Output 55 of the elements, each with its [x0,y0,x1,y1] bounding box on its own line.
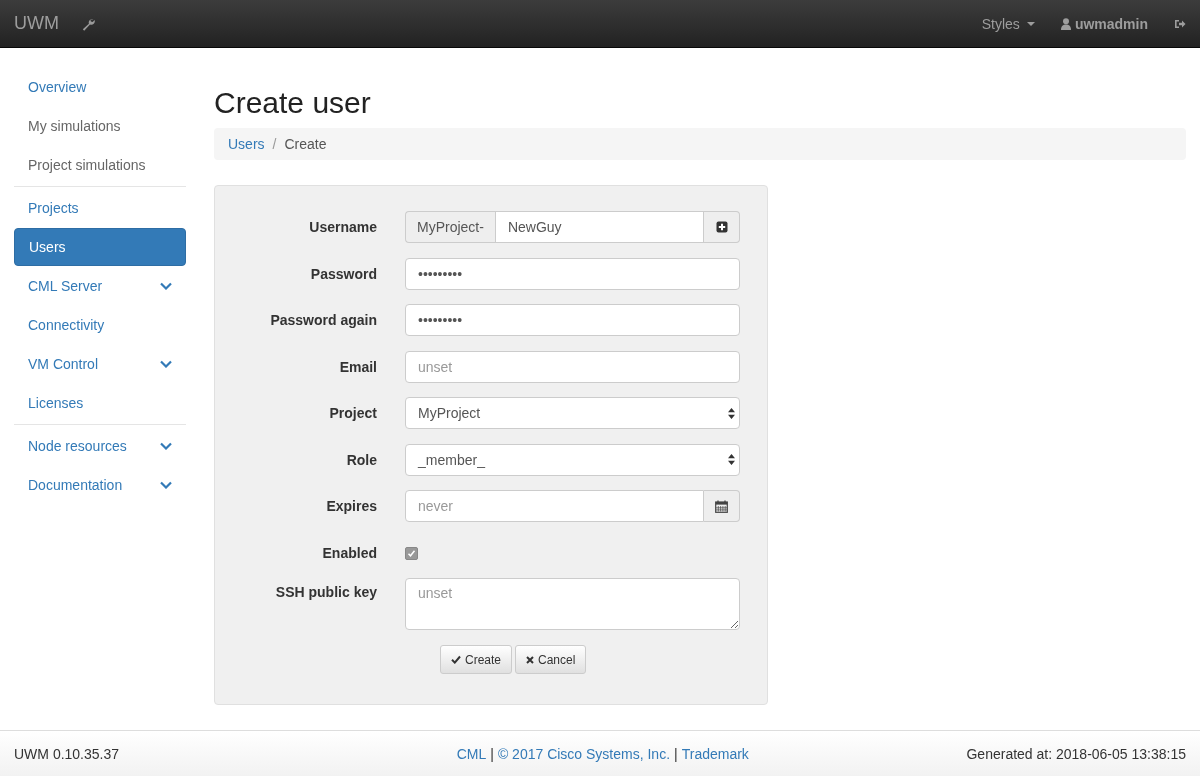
sidebar-item[interactable]: Documentation [14,466,186,504]
footer-separator: | [674,745,678,762]
footer-link[interactable]: CML [456,745,487,762]
sidebar-item[interactable]: VM Control [14,345,186,383]
sidebar-item[interactable]: Licenses [14,384,186,422]
sidebar-item[interactable]: Users [14,228,186,266]
plus-square-icon [715,221,728,234]
sidebar-item[interactable]: Connectivity [14,306,186,344]
close-icon [526,655,535,664]
field-label: Password [309,265,378,282]
input-field[interactable]: unset [405,350,740,383]
input-field[interactable]: ••••••••• [405,304,740,337]
field-label: Password again [269,312,378,329]
updown-arrows-icon [728,407,735,419]
create-button[interactable]: Create [440,645,513,674]
generated-timestamp: Generated at: 2018-06-05 13:38:15 [966,745,1186,762]
logout-icon[interactable] [1174,17,1186,30]
calendar-icon [715,499,728,513]
cancel-button[interactable]: Cancel [515,645,587,674]
brand-link[interactable]: UWM [14,13,59,34]
field-label: Username [308,219,378,236]
ssh-key-field[interactable]: unset [405,578,740,630]
footer-link[interactable]: Trademark [681,745,749,762]
breadcrumb-separator: / [272,136,277,152]
updown-arrows-icon [728,454,735,466]
user-icon [1060,17,1071,30]
input-field[interactable]: ••••••••• [405,257,740,290]
field-label: SSH public key [274,583,378,600]
styles-menu[interactable]: Styles [981,15,1035,32]
sidebar-item[interactable]: Projects [14,189,186,227]
footer-link[interactable]: © 2017 Cisco Systems, Inc. [497,745,671,762]
breadcrumb-current: Create [284,136,327,152]
user-menu[interactable]: uwmadmin [1060,15,1148,32]
sidebar-item[interactable]: CML Server [14,267,186,305]
prefix-addon: MyProject- [405,211,495,244]
field-label: Enabled [321,544,378,561]
add-button[interactable] [704,211,740,244]
field-label: Email [338,358,378,375]
sidebar-item[interactable]: Overview [14,68,186,106]
field-label: Role [345,451,378,468]
check-icon [451,655,461,664]
footer-separator: | [490,745,494,762]
field-label: Expires [325,498,378,515]
sidebar-item[interactable]: Node resources [14,427,186,465]
wrench-icon[interactable] [81,16,95,31]
version-text: UWM 0.10.35.37 [14,745,120,762]
field-label: Project [328,405,378,422]
breadcrumb-link[interactable]: Users [228,136,265,152]
page-title: Create user [214,86,372,120]
calendar-button[interactable] [704,490,740,523]
date-field[interactable]: never [405,490,704,523]
username-field[interactable]: NewGuy [494,211,704,244]
select-dropdown[interactable]: MyProject [405,397,740,430]
select-dropdown[interactable]: _member_ [405,443,740,476]
check-icon [407,548,416,558]
